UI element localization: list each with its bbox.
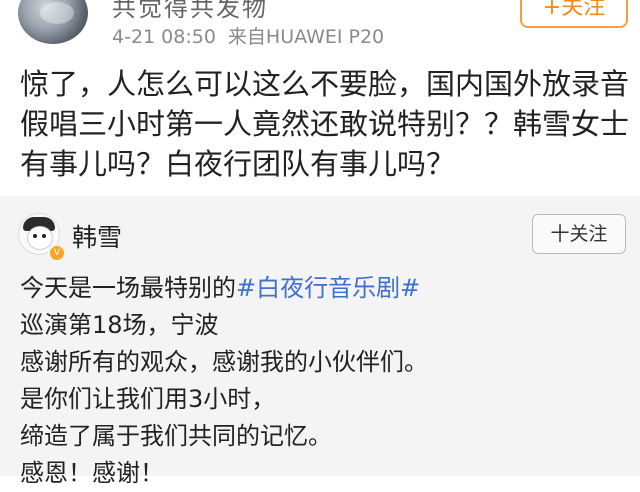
post-source: 来自HUAWEI P20 bbox=[227, 26, 385, 48]
post-username[interactable]: 共觉得共发物 bbox=[112, 0, 268, 23]
quoted-line-6: 感恩！感谢！ bbox=[20, 459, 164, 487]
quoted-line-1-text: 今天是一场最特别的 bbox=[20, 274, 236, 302]
post-time: 4-21 08:50 bbox=[112, 26, 216, 48]
quoted-line-3: 感谢所有的观众，感谢我的小伙伴们。 bbox=[20, 348, 428, 376]
hashtag-link[interactable]: #白夜行音乐剧# bbox=[236, 274, 420, 302]
quoted-username[interactable]: 韩雪 bbox=[72, 218, 122, 254]
quoted-content: 今天是一场最特别的#白夜行音乐剧# 巡演第18场，宁波 感谢所有的观众，感谢我的… bbox=[20, 270, 620, 492]
user-avatar[interactable] bbox=[18, 0, 88, 44]
quoted-line-4: 是你们让我们用3小时， bbox=[20, 385, 276, 413]
quoted-line-1: 今天是一场最特别的#白夜行音乐剧# bbox=[20, 270, 620, 307]
avatar-eye bbox=[42, 234, 46, 238]
quoted-follow-button[interactable]: 十关注 bbox=[532, 214, 626, 254]
post-meta: 4-21 08:50 来自HUAWEI P20 bbox=[112, 22, 384, 49]
follow-button[interactable]: +关注 bbox=[520, 0, 628, 28]
quoted-line-2: 巡演第18场，宁波 bbox=[20, 311, 219, 339]
quoted-post[interactable]: V 韩雪 十关注 今天是一场最特别的#白夜行音乐剧# 巡演第18场，宁波 感谢所… bbox=[0, 196, 640, 487]
post-header: 共觉得共发物 4-21 08:50 来自HUAWEI P20 +关注 bbox=[0, 0, 640, 52]
quoted-line-5: 缔造了属于我们共同的记忆。 bbox=[20, 422, 332, 450]
post-content: 惊了，人怎么可以这么不要脸，国内国外放录音假唱三小时第一人竟然还敢说特别？？韩雪… bbox=[20, 67, 630, 181]
verified-badge-icon: V bbox=[48, 244, 66, 262]
avatar-eye bbox=[33, 234, 37, 238]
